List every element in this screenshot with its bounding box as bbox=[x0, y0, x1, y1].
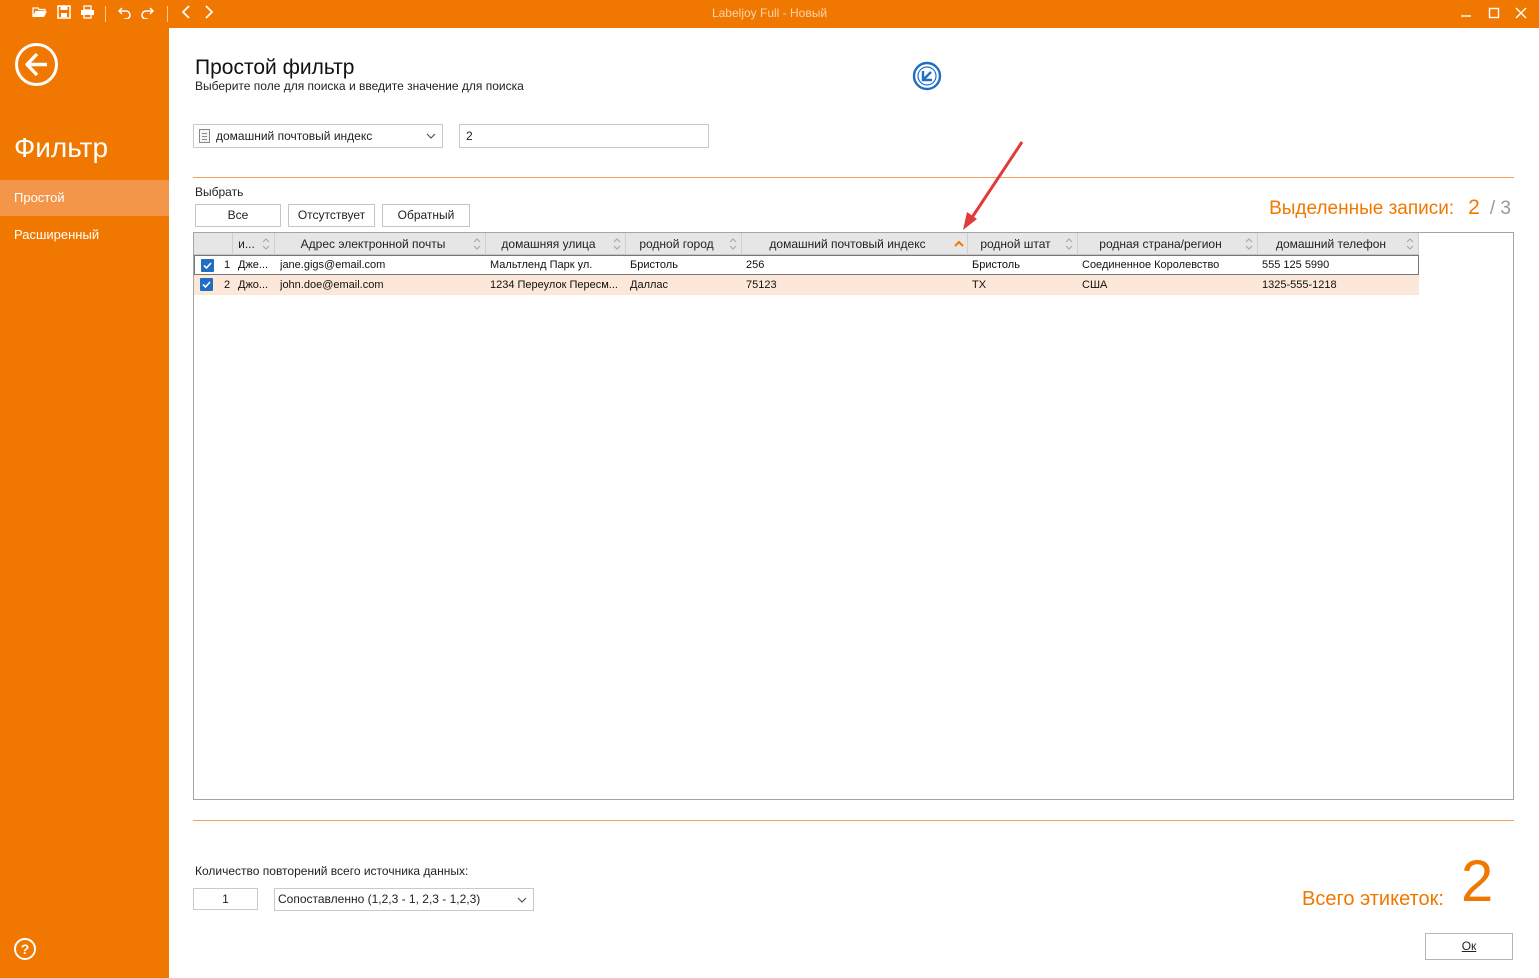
window-title: Labeljoy Full - Новый bbox=[711, 6, 828, 20]
cell-street: 1234 Переулок Пересм... bbox=[490, 279, 618, 291]
sort-icon bbox=[1406, 238, 1414, 250]
row-number: 1 bbox=[224, 259, 231, 271]
grid-header-col-city[interactable]: родной город bbox=[626, 233, 742, 255]
table-row[interactable]: 1 Дже... jane.gigs@email.com Мальтленд П… bbox=[194, 255, 1419, 275]
search-field-select[interactable]: домашний почтовый индекс bbox=[193, 124, 443, 148]
selected-records-count: Выделенные записи: 2 / 3 bbox=[1269, 196, 1511, 220]
repeat-label: Количество повторений всего источника да… bbox=[195, 864, 469, 878]
sort-icon bbox=[1245, 238, 1253, 250]
cell-name: Дже... bbox=[238, 259, 269, 271]
cell-state: Бристоль bbox=[972, 259, 1020, 271]
grid-header-label: родная страна/регион bbox=[1099, 237, 1222, 251]
sort-icon bbox=[613, 238, 621, 250]
selected-records-label: Выделенные записи: bbox=[1269, 198, 1455, 219]
cell-zip: 75123 bbox=[746, 279, 777, 291]
total-records-value: 3 bbox=[1500, 198, 1511, 219]
cell-country: США bbox=[1082, 279, 1108, 291]
sidebar-item-advanced[interactable]: Расширенный bbox=[0, 217, 169, 253]
row-checkbox[interactable] bbox=[201, 259, 214, 272]
arrow-left-icon bbox=[25, 52, 47, 77]
close-icon[interactable] bbox=[1511, 4, 1531, 24]
chevron-down-icon bbox=[426, 133, 436, 139]
cell-name: Джо... bbox=[238, 279, 269, 291]
selected-records-value: 2 bbox=[1468, 196, 1480, 219]
grid-header-label: родной город bbox=[639, 237, 714, 251]
cell-email: john.doe@email.com bbox=[280, 279, 384, 291]
maximize-icon[interactable] bbox=[1484, 4, 1504, 24]
checkmark-icon bbox=[203, 262, 212, 270]
collation-value: Сопоставленно (1,2,3 - 1, 2,3 - 1,2,3) bbox=[278, 892, 481, 906]
minimize-icon[interactable] bbox=[1456, 4, 1476, 24]
grid-header-col-phone[interactable]: домашний телефон bbox=[1258, 233, 1419, 255]
ok-button[interactable]: Ок bbox=[1425, 933, 1513, 960]
sidebar: Фильтр Простой Расширенный ? bbox=[0, 28, 169, 978]
total-labels-label: Всего этикеток: bbox=[1302, 888, 1444, 910]
grid-header-label: домашняя улица bbox=[501, 237, 596, 251]
cell-phone: 1325-555-1218 bbox=[1262, 279, 1337, 291]
select-all-button[interactable]: Все bbox=[195, 204, 281, 227]
chevron-down-icon bbox=[517, 897, 527, 903]
grid-header-col-country[interactable]: родная страна/регион bbox=[1078, 233, 1258, 255]
grid-header-label: домашний почтовый индекс bbox=[769, 237, 926, 251]
grid-header-label: родной штат bbox=[980, 237, 1051, 251]
total-labels-value: 2 bbox=[1461, 849, 1494, 914]
collation-select[interactable]: Сопоставленно (1,2,3 - 1, 2,3 - 1,2,3) bbox=[274, 888, 534, 911]
grid-header-col-state[interactable]: родной штат bbox=[968, 233, 1078, 255]
page-subtitle: Выберите поле для поиска и введите значе… bbox=[195, 79, 524, 93]
help-button[interactable]: ? bbox=[14, 938, 36, 960]
cell-zip: 256 bbox=[746, 259, 765, 271]
grid-header: и... Адрес электронной почты домашняя ул… bbox=[194, 233, 1419, 255]
main-panel: Простой фильтр Выберите поле для поиска … bbox=[169, 28, 1539, 978]
grid-header-label: Адрес электронной почты bbox=[300, 237, 446, 251]
cell-phone: 555 125 5990 bbox=[1262, 259, 1330, 271]
table-row[interactable]: 2 Джо... john.doe@email.com 1234 Переуло… bbox=[194, 275, 1419, 295]
grid-header-select bbox=[194, 233, 233, 255]
row-checkbox[interactable] bbox=[200, 278, 213, 291]
page-title: Простой фильтр bbox=[195, 56, 355, 79]
search-field-value: домашний почтовый индекс bbox=[216, 129, 373, 143]
cell-email: jane.gigs@email.com bbox=[280, 259, 386, 271]
grid-header-label: и... bbox=[238, 237, 255, 251]
selected-records-separator: / bbox=[1489, 198, 1496, 219]
cell-state: TX bbox=[972, 279, 987, 291]
grid-header-label: домашний телефон bbox=[1275, 237, 1387, 251]
divider bbox=[193, 177, 1514, 178]
row-number: 2 bbox=[224, 279, 231, 291]
back-button[interactable] bbox=[15, 43, 58, 86]
grid-header-col-name[interactable]: и... bbox=[233, 233, 275, 255]
reset-filter-icon[interactable] bbox=[912, 61, 942, 91]
invert-selection-button[interactable]: Обратный bbox=[382, 204, 470, 227]
select-label: Выбрать bbox=[195, 185, 244, 199]
records-grid[interactable]: и... Адрес электронной почты домашняя ул… bbox=[193, 232, 1514, 800]
annotation-arrow-icon bbox=[963, 141, 1024, 230]
sort-icon bbox=[473, 238, 481, 250]
divider bbox=[193, 820, 1514, 821]
search-value-input[interactable]: 2 bbox=[459, 124, 709, 148]
field-icon bbox=[199, 129, 210, 143]
repeat-count-input[interactable]: 1 bbox=[193, 888, 258, 910]
title-bar: Labeljoy Full - Новый bbox=[0, 0, 1539, 28]
grid-header-col-zip[interactable]: домашний почтовый индекс bbox=[742, 233, 968, 255]
sort-icon bbox=[729, 238, 737, 250]
cell-city: Даллас bbox=[630, 279, 669, 291]
cell-country: Соединенное Королевство bbox=[1082, 259, 1220, 271]
grid-header-col-street[interactable]: домашняя улица bbox=[486, 233, 626, 255]
grid-header-col-email[interactable]: Адрес электронной почты bbox=[275, 233, 486, 255]
sort-icon bbox=[262, 238, 270, 250]
select-none-button[interactable]: Отсутствует bbox=[288, 204, 375, 227]
sidebar-item-simple[interactable]: Простой bbox=[0, 180, 169, 216]
sort-ascending-icon bbox=[954, 240, 964, 247]
cell-street: Мальтленд Парк ул. bbox=[490, 259, 593, 271]
checkmark-icon bbox=[202, 281, 211, 289]
cell-city: Бристоль bbox=[630, 259, 678, 271]
sidebar-heading: Фильтр bbox=[14, 132, 109, 163]
sort-icon bbox=[1065, 238, 1073, 250]
